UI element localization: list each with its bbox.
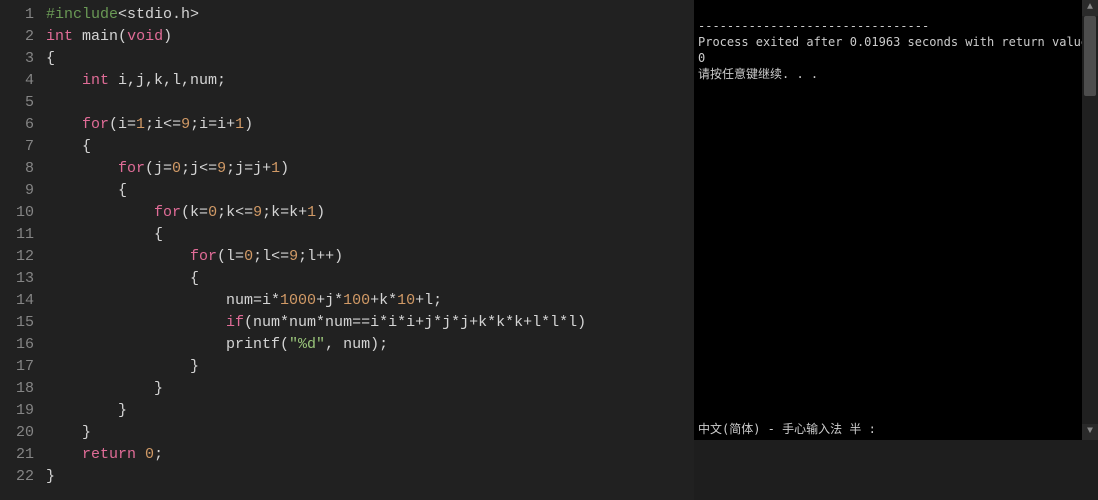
line-number: 22 xyxy=(0,466,34,488)
console-blank-line xyxy=(698,2,1094,18)
code-line[interactable]: #include<stdio.h> xyxy=(46,4,694,26)
code-line[interactable]: } xyxy=(46,356,694,378)
code-line[interactable]: } xyxy=(46,422,694,444)
line-number: 4 xyxy=(0,70,34,92)
line-number: 19 xyxy=(0,400,34,422)
scrollbar-arrow-down-icon[interactable]: ▼ xyxy=(1082,424,1098,440)
console-separator: -------------------------------- xyxy=(698,18,1094,34)
code-line[interactable]: } xyxy=(46,466,694,488)
console-exit-message: Process exited after 0.01963 seconds wit… xyxy=(698,34,1094,66)
code-line[interactable]: for(j=0;j<=9;j=j+1) xyxy=(46,158,694,180)
code-line[interactable]: for(i=1;i<=9;i=i+1) xyxy=(46,114,694,136)
code-line[interactable]: { xyxy=(46,180,694,202)
line-number: 1 xyxy=(0,4,34,26)
code-line[interactable]: num=i*1000+j*100+k*10+l; xyxy=(46,290,694,312)
line-number: 2 xyxy=(0,26,34,48)
line-number: 21 xyxy=(0,444,34,466)
code-area[interactable]: #include<stdio.h>int main(void){ int i,j… xyxy=(40,0,694,500)
line-number: 10 xyxy=(0,202,34,224)
console-output-pane: -------------------------------- Process… xyxy=(694,0,1098,440)
code-line[interactable]: int i,j,k,l,num; xyxy=(46,70,694,92)
code-line[interactable]: } xyxy=(46,400,694,422)
code-line[interactable]: { xyxy=(46,136,694,158)
line-number: 7 xyxy=(0,136,34,158)
line-number: 6 xyxy=(0,114,34,136)
code-line[interactable]: return 0; xyxy=(46,444,694,466)
code-line[interactable]: { xyxy=(46,224,694,246)
code-line[interactable]: if(num*num*num==i*i*i+j*j*j+k*k*k+l*l*l) xyxy=(46,312,694,334)
code-line[interactable]: } xyxy=(46,378,694,400)
line-number: 13 xyxy=(0,268,34,290)
line-number: 9 xyxy=(0,180,34,202)
code-line[interactable]: { xyxy=(46,268,694,290)
code-editor-pane[interactable]: 12345678910111213141516171819202122 #inc… xyxy=(0,0,694,500)
line-number: 18 xyxy=(0,378,34,400)
line-number: 3 xyxy=(0,48,34,70)
code-line[interactable]: int main(void) xyxy=(46,26,694,48)
ime-status-bar: 中文(简体) - 手心输入法 半 : xyxy=(694,418,1098,439)
scrollbar-thumb[interactable] xyxy=(1084,16,1096,96)
code-line[interactable] xyxy=(46,92,694,114)
console-vertical-scrollbar[interactable]: ▲ ▼ xyxy=(1082,0,1098,440)
line-number: 16 xyxy=(0,334,34,356)
code-line[interactable]: printf("%d", num); xyxy=(46,334,694,356)
line-number: 5 xyxy=(0,92,34,114)
code-line[interactable]: for(k=0;k<=9;k=k+1) xyxy=(46,202,694,224)
code-line[interactable]: for(l=0;l<=9;l++) xyxy=(46,246,694,268)
console-continue-prompt: 请按任意键继续. . . xyxy=(698,66,1094,82)
code-line[interactable]: { xyxy=(46,48,694,70)
line-number: 15 xyxy=(0,312,34,334)
line-number: 11 xyxy=(0,224,34,246)
line-number: 20 xyxy=(0,422,34,444)
line-number: 8 xyxy=(0,158,34,180)
line-number: 12 xyxy=(0,246,34,268)
line-number: 17 xyxy=(0,356,34,378)
line-number-gutter: 12345678910111213141516171819202122 xyxy=(0,0,40,500)
line-number: 14 xyxy=(0,290,34,312)
scrollbar-arrow-up-icon[interactable]: ▲ xyxy=(1082,0,1098,16)
